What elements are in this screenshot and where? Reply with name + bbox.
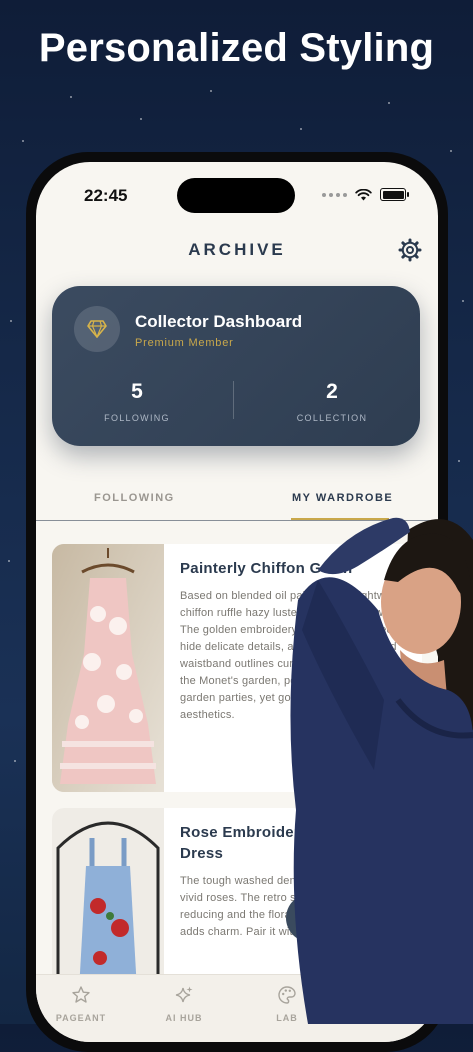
sparkles-icon (175, 986, 193, 1003)
promo-headline: Personalized Styling (38, 26, 435, 70)
star-icon (72, 986, 90, 1003)
battery-icon (380, 188, 409, 201)
dashboard-title: Collector Dashboard (135, 312, 303, 331)
stat-following-value: 5 (131, 380, 143, 403)
stat-following[interactable]: 5 FOLLOWING (62, 380, 212, 423)
nav-pageant[interactable]: PAGEANT (46, 985, 116, 1023)
stat-collection-value: 2 (326, 380, 338, 403)
gown-image (52, 544, 164, 792)
stat-divider (233, 381, 234, 419)
page-title: ARCHIVE (188, 240, 286, 259)
stat-collection-label: COLLECTION (296, 413, 368, 423)
tab-my-wardrobe[interactable]: MY WARDROBE (292, 492, 393, 504)
membership-label: Premium Member (135, 337, 234, 349)
model-photo (290, 517, 473, 1024)
dynamic-island (177, 178, 295, 213)
nav-ai-hub[interactable]: AI HUB (149, 985, 219, 1023)
status-icons (322, 188, 409, 201)
tab-following[interactable]: FOLLOWING (94, 492, 175, 504)
nav-label: PAGEANT (55, 1013, 107, 1023)
collector-dashboard-card: Collector Dashboard Premium Member 5 FOL… (52, 286, 420, 446)
signal-icon (322, 192, 347, 197)
wifi-icon (355, 188, 372, 200)
nav-label: AI HUB (165, 1013, 203, 1023)
stat-following-label: FOLLOWING (104, 413, 170, 423)
status-time: 22:45 (84, 186, 128, 205)
stat-collection[interactable]: 2 COLLECTION (257, 380, 407, 423)
diamond-icon (87, 320, 107, 338)
gear-icon[interactable] (398, 238, 422, 262)
diamond-badge (74, 306, 120, 352)
